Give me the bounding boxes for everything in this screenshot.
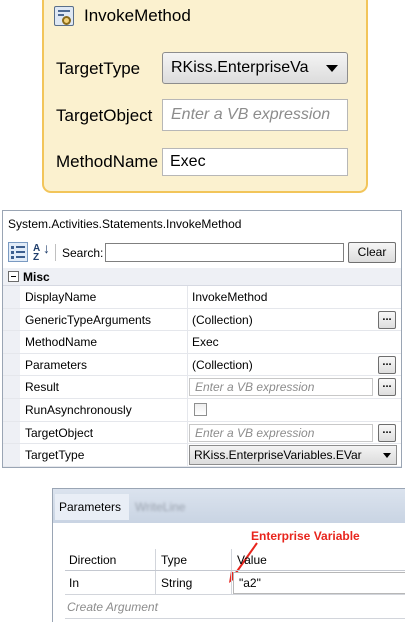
property-row-targetobject[interactable]: TargetObject Enter a VB expression ...: [3, 421, 401, 445]
target-type-label: TargetType: [56, 59, 141, 78]
activity-header: InvokeMethod: [44, 0, 366, 34]
ellipsis-button[interactable]: ...: [378, 310, 396, 329]
sort-alphabetical-icon[interactable]: A Z ↓: [30, 241, 50, 263]
ellipsis-button[interactable]: ...: [378, 423, 396, 442]
column-header-direction: Direction: [69, 553, 117, 567]
property-name: DisplayName: [25, 290, 97, 304]
column-header-value: Value: [237, 553, 267, 567]
parameters-tab[interactable]: Parameters: [55, 494, 129, 520]
type-cell[interactable]: String: [161, 576, 192, 590]
property-row-generictypearguments[interactable]: GenericTypeArguments (Collection) ...: [3, 308, 401, 332]
invoke-method-activity[interactable]: InvokeMethod TargetType RKiss.Enterprise…: [42, 0, 368, 193]
ellipsis-button[interactable]: ...: [378, 378, 396, 397]
property-name: Parameters: [25, 357, 88, 372]
target-type-select[interactable]: RKiss.EnterpriseVariables.EVar: [189, 445, 397, 466]
property-row-parameters[interactable]: Parameters (Collection) ...: [3, 353, 401, 377]
expression-placeholder: Enter a VB expression: [195, 380, 315, 395]
parameters-header: Parameters WriteLine: [53, 489, 405, 523]
property-grid: System.Activities.Statements.InvokeMetho…: [2, 210, 402, 468]
property-row-runasynchronously[interactable]: RunAsynchronously: [3, 398, 401, 422]
property-name: Result: [25, 380, 60, 395]
property-name: GenericTypeArguments: [25, 312, 152, 327]
target-type-value: RKiss.EnterpriseVa: [171, 59, 309, 76]
target-type-select-value: RKiss.EnterpriseVariables.EVar: [194, 448, 362, 463]
table-header: Direction Type Value: [65, 549, 405, 571]
invoke-method-icon: [54, 6, 74, 26]
toolbar-separator: [55, 244, 56, 261]
ellipsis-button[interactable]: ...: [378, 355, 396, 374]
method-name-input[interactable]: Exec: [162, 148, 348, 176]
chevron-down-icon: [326, 65, 338, 72]
method-name-value: Exec: [170, 153, 206, 170]
collapse-icon[interactable]: [8, 271, 19, 282]
run-async-checkbox[interactable]: [194, 402, 207, 416]
create-argument-link[interactable]: Create Argument: [67, 600, 158, 614]
property-name: RunAsynchronously: [25, 402, 132, 417]
property-name: TargetObject: [25, 425, 94, 440]
method-name-label: MethodName: [56, 152, 159, 171]
parameters-table: Direction Type Value In String "a2" Crea…: [65, 549, 405, 619]
target-object-placeholder: Enter a VB expression: [171, 106, 331, 123]
chevron-down-icon: [383, 453, 391, 459]
property-value[interactable]: InvokeMethod: [192, 290, 267, 304]
target-object-input[interactable]: Enter a VB expression: [162, 99, 348, 131]
property-value[interactable]: Exec: [192, 335, 219, 349]
property-name: TargetType: [25, 448, 85, 463]
property-name: MethodName: [25, 335, 98, 350]
property-value: (Collection): [192, 357, 253, 372]
target-type-dropdown[interactable]: RKiss.EnterpriseVa: [162, 52, 348, 84]
target-object-label: TargetObject: [56, 106, 153, 125]
property-rows: DisplayName InvokeMethod GenericTypeArgu…: [3, 286, 401, 467]
property-row-result[interactable]: Result Enter a VB expression ...: [3, 376, 401, 399]
value-cell: "a2": [239, 576, 261, 590]
enterprise-variable-annotation: Enterprise Variable: [251, 529, 360, 543]
property-grid-title: System.Activities.Statements.InvokeMetho…: [8, 217, 242, 231]
create-argument-row[interactable]: Create Argument: [65, 595, 405, 619]
search-label: Search:: [62, 246, 104, 260]
property-row-methodname[interactable]: MethodName Exec: [3, 331, 401, 354]
blurred-tab: WriteLine: [135, 500, 186, 514]
table-row[interactable]: In String "a2": [65, 571, 405, 595]
column-header-type: Type: [161, 553, 188, 567]
clear-button[interactable]: Clear: [348, 242, 396, 263]
categorize-icon[interactable]: [8, 242, 28, 262]
property-value: (Collection): [192, 312, 253, 327]
expression-placeholder: Enter a VB expression: [195, 425, 315, 440]
search-input[interactable]: [105, 243, 344, 262]
property-row-displayname[interactable]: DisplayName InvokeMethod: [3, 286, 401, 309]
category-row-misc[interactable]: Misc: [3, 268, 401, 286]
direction-cell[interactable]: In: [69, 576, 79, 590]
property-row-targettype[interactable]: TargetType RKiss.EnterpriseVariables.EVa…: [3, 444, 401, 467]
property-grid-toolbar: A Z ↓ Search: Clear: [3, 239, 401, 265]
parameters-dialog: Parameters WriteLine Enterprise Variable…: [52, 488, 405, 622]
activity-title: InvokeMethod: [84, 6, 191, 25]
category-label: Misc: [23, 270, 50, 284]
